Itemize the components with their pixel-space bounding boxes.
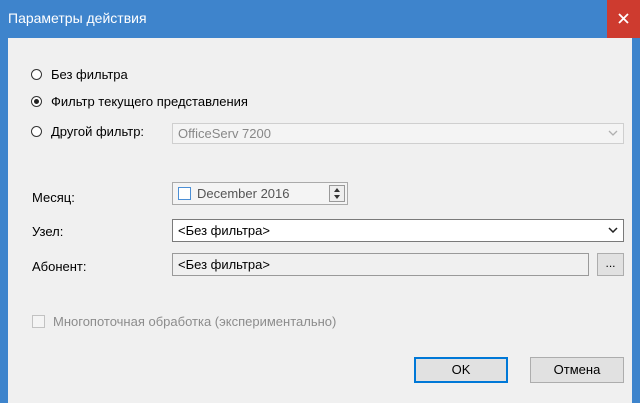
month-enable-checkbox[interactable]: [178, 187, 191, 200]
month-date-picker[interactable]: December 2016: [172, 182, 348, 205]
subscriber-browse-button[interactable]: ...: [597, 253, 624, 276]
subscriber-value: <Без фильтра>: [178, 257, 270, 272]
cancel-button[interactable]: Отмена: [530, 357, 624, 383]
radio-other-filter-label: Другой фильтр:: [51, 124, 145, 139]
radio-current-view-filter[interactable]: Фильтр текущего представления: [31, 94, 248, 109]
node-combobox[interactable]: <Без фильтра>: [172, 219, 624, 242]
other-filter-combobox[interactable]: OfficeServ 7200: [172, 123, 624, 144]
title-bar: Параметры действия: [0, 0, 640, 38]
month-label: Месяц:: [32, 190, 75, 205]
dialog-title: Параметры действия: [8, 10, 147, 26]
window-frame-left: [0, 38, 8, 403]
month-value: December 2016: [197, 186, 290, 201]
spin-down-icon[interactable]: [334, 195, 340, 199]
multithread-label: Многопоточная обработка (экспериментальн…: [53, 314, 337, 329]
chevron-down-icon: [608, 130, 618, 136]
node-value: <Без фильтра>: [178, 223, 270, 238]
other-filter-value: OfficeServ 7200: [178, 126, 271, 141]
radio-circle: [31, 126, 42, 137]
action-parameters-dialog: Параметры действия Без фильтра Фильтр те…: [0, 0, 640, 403]
chevron-down-icon: [608, 227, 618, 233]
window-frame-right: [632, 38, 640, 403]
ok-button[interactable]: OK: [414, 357, 508, 383]
radio-circle-checked: [31, 96, 42, 107]
radio-other-filter[interactable]: Другой фильтр:: [31, 124, 144, 139]
close-button[interactable]: [607, 0, 640, 38]
subscriber-label: Абонент:: [32, 259, 87, 274]
radio-circle: [31, 69, 42, 80]
spin-up-icon[interactable]: [334, 188, 340, 192]
radio-no-filter[interactable]: Без фильтра: [31, 67, 128, 82]
close-icon: [618, 13, 629, 24]
radio-no-filter-label: Без фильтра: [51, 67, 128, 82]
radio-current-view-filter-label: Фильтр текущего представления: [51, 94, 248, 109]
month-spinner[interactable]: [329, 185, 345, 202]
node-label: Узел:: [32, 224, 64, 239]
multithread-checkbox[interactable]: [32, 315, 45, 328]
subscriber-field[interactable]: <Без фильтра>: [172, 253, 589, 276]
multithread-checkbox-row[interactable]: Многопоточная обработка (экспериментальн…: [32, 314, 336, 329]
